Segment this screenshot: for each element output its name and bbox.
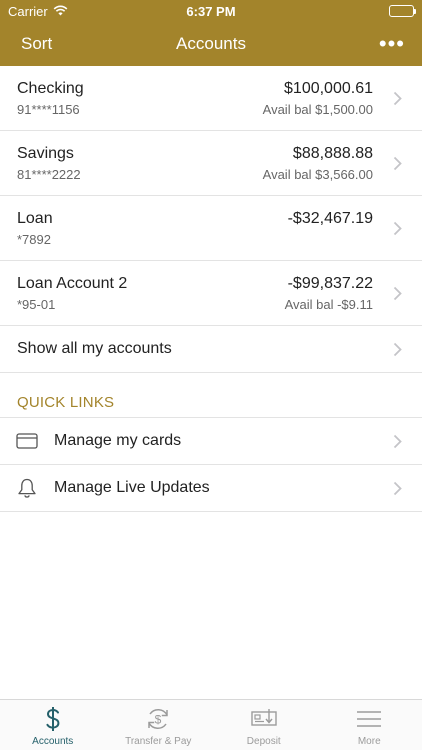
account-name: Loan Account 2 <box>17 274 128 292</box>
account-number: *95-01 <box>17 296 56 312</box>
account-number: 91****1156 <box>17 101 80 117</box>
chevron-right-icon <box>373 221 422 236</box>
card-icon <box>16 433 54 449</box>
tab-label: Transfer & Pay <box>125 736 192 747</box>
account-balance: $88,888.88 <box>292 144 373 162</box>
tab-label: Accounts <box>32 736 74 747</box>
tab-transfer-pay[interactable]: $ Transfer & Pay <box>106 700 212 750</box>
chevron-right-icon <box>373 481 422 496</box>
dollar-icon <box>42 704 64 734</box>
account-balance: -$99,837.22 <box>287 274 373 292</box>
chevron-right-icon <box>373 434 422 449</box>
account-balance: $100,000.61 <box>284 79 373 97</box>
account-row-checking[interactable]: Checking 91****1156 $100,000.61 Avail ba… <box>0 66 422 131</box>
status-bar: Carrier 6:37 PM <box>0 0 422 22</box>
chevron-right-icon <box>373 286 422 301</box>
page-title: Accounts <box>176 34 246 53</box>
available-balance: Avail bal $1,500.00 <box>262 101 373 117</box>
carrier-label: Carrier <box>8 3 48 19</box>
accounts-list: Checking 91****1156 $100,000.61 Avail ba… <box>0 66 422 373</box>
chevron-right-icon <box>373 342 422 357</box>
sort-button[interactable]: Sort <box>21 34 52 54</box>
wifi-icon <box>53 4 68 19</box>
tab-more[interactable]: More <box>317 700 422 750</box>
link-label: Manage Live Updates <box>54 479 210 496</box>
show-all-accounts-button[interactable]: Show all my accounts <box>0 326 422 373</box>
account-name: Loan <box>17 209 53 227</box>
account-name: Checking <box>17 79 84 97</box>
account-number: 81****2222 <box>17 166 81 182</box>
battery-icon <box>389 5 416 17</box>
account-row-loan[interactable]: Loan *7892 -$32,467.19 <box>0 196 422 261</box>
svg-text:$: $ <box>155 713 162 727</box>
manage-live-updates-link[interactable]: Manage Live Updates <box>0 465 422 512</box>
tab-accounts[interactable]: Accounts <box>0 700 106 750</box>
chevron-right-icon <box>373 156 422 171</box>
tab-label: Deposit <box>246 736 281 747</box>
available-balance: Avail bal $3,566.00 <box>262 166 373 182</box>
quick-links-heading: QUICK LINKS <box>0 373 422 418</box>
account-balance: -$32,467.19 <box>287 209 373 227</box>
bell-icon <box>16 477 54 499</box>
tab-label: More <box>357 736 381 747</box>
transfer-icon: $ <box>144 704 172 734</box>
more-options-icon[interactable]: ••• <box>379 33 405 55</box>
account-row-loan-account-2[interactable]: Loan Account 2 *95-01 -$99,837.22 Avail … <box>0 261 422 326</box>
check-deposit-icon <box>250 704 278 734</box>
account-number: *7892 <box>17 231 51 247</box>
link-label: Manage my cards <box>54 432 182 449</box>
menu-icon <box>356 704 382 734</box>
account-row-savings[interactable]: Savings 81****2222 $88,888.88 Avail bal … <box>0 131 422 196</box>
nav-bar: Sort Accounts ••• <box>0 22 422 66</box>
tab-bar: Accounts $ Transfer & Pay Deposit More <box>0 699 422 750</box>
tab-deposit[interactable]: Deposit <box>211 700 317 750</box>
available-balance: Avail bal -$9.11 <box>284 296 373 312</box>
chevron-right-icon <box>373 91 422 106</box>
show-all-label: Show all my accounts <box>17 340 172 357</box>
account-name: Savings <box>17 144 74 162</box>
section-title: QUICK LINKS <box>17 394 115 411</box>
manage-cards-link[interactable]: Manage my cards <box>0 418 422 465</box>
